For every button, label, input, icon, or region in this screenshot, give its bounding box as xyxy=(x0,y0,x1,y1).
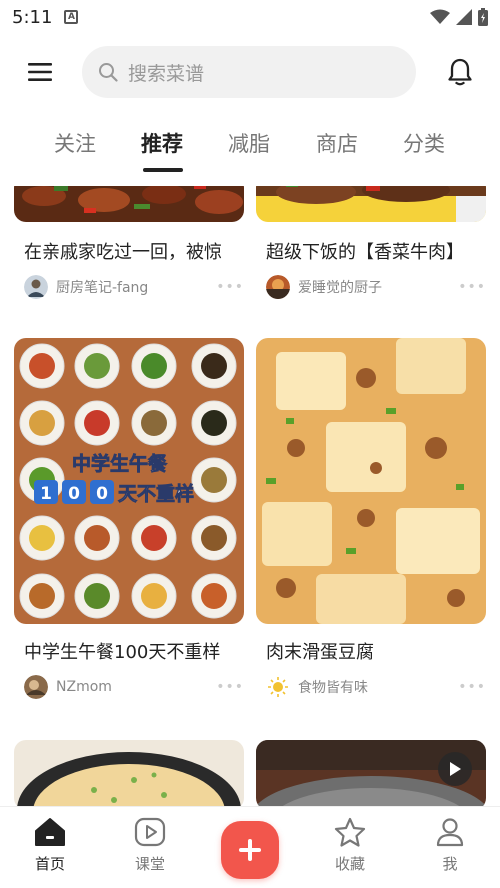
more-options-icon[interactable]: ••• xyxy=(458,279,486,295)
author-avatar xyxy=(24,675,48,699)
overlay-text-line1: 中学生午餐 xyxy=(72,452,168,475)
nav-profile-label: 我 xyxy=(442,855,458,873)
nav-favorites[interactable]: 收藏 xyxy=(310,817,390,874)
nav-home[interactable]: 首页 xyxy=(10,817,90,874)
recipe-title: 中学生午餐100天不重样 xyxy=(24,642,221,663)
recipe-card[interactable]: 肉末滑蛋豆腐 食物皆有味 ••• xyxy=(256,338,486,708)
recipe-title: 肉末滑蛋豆腐 xyxy=(266,642,374,663)
recipe-author[interactable]: 食物皆有味 ••• xyxy=(266,674,486,700)
recipe-image xyxy=(256,186,486,222)
recipe-card[interactable] xyxy=(14,740,244,806)
svg-text:0: 0 xyxy=(68,484,80,504)
recipe-title: 在亲戚家吃过一回，被惊 xyxy=(24,242,222,263)
status-time: 5:11 xyxy=(12,6,53,28)
menu-button[interactable] xyxy=(22,54,58,90)
tab-recommend[interactable]: 推荐 xyxy=(141,128,183,158)
person-icon xyxy=(436,818,464,847)
bell-icon xyxy=(448,58,472,86)
top-bar: 搜索菜谱 xyxy=(0,44,500,100)
recipe-image: 中学生午餐 1 0 0 天不重样 xyxy=(14,338,244,624)
tab-follow[interactable]: 关注 xyxy=(54,128,96,158)
more-options-icon[interactable]: ••• xyxy=(216,679,244,695)
recipe-card[interactable] xyxy=(256,740,486,806)
author-name: 食物皆有味 xyxy=(298,680,368,696)
bottom-navigation: 首页 课堂 收藏 我 xyxy=(0,806,500,888)
tab-categories[interactable]: 分类 xyxy=(403,128,445,158)
hamburger-menu-icon xyxy=(28,63,52,81)
nav-favorites-label: 收藏 xyxy=(334,855,365,873)
more-options-icon[interactable]: ••• xyxy=(216,279,244,295)
play-icon xyxy=(450,762,461,776)
recipe-card[interactable]: 在亲戚家吃过一回，被惊 厨房笔记-fang ••• xyxy=(14,186,244,316)
search-bar[interactable]: 搜索菜谱 xyxy=(82,46,416,98)
notifications-button[interactable] xyxy=(442,54,478,90)
svg-text:0: 0 xyxy=(96,484,108,504)
app-notification-icon: A xyxy=(64,10,79,24)
nav-home-label: 首页 xyxy=(34,855,65,873)
more-options-icon[interactable]: ••• xyxy=(458,679,486,695)
nav-profile[interactable]: 我 xyxy=(410,817,490,874)
recipe-image xyxy=(14,186,244,222)
svg-text:1: 1 xyxy=(40,484,52,504)
video-play-button[interactable] xyxy=(438,752,472,786)
recipe-image xyxy=(256,338,486,624)
active-tab-indicator xyxy=(143,168,183,172)
signal-icon xyxy=(456,9,472,25)
nav-classroom[interactable]: 课堂 xyxy=(110,817,190,874)
tab-store[interactable]: 商店 xyxy=(316,128,358,158)
home-icon xyxy=(35,818,65,846)
author-avatar xyxy=(24,275,48,299)
plus-icon xyxy=(239,839,261,861)
author-avatar xyxy=(266,675,290,699)
recipe-author[interactable]: 爱睡觉的厨子 ••• xyxy=(266,274,486,300)
battery-icon xyxy=(478,8,488,26)
author-name: 爱睡觉的厨子 xyxy=(298,280,382,296)
star-icon xyxy=(334,817,366,847)
tab-diet[interactable]: 减脂 xyxy=(228,128,270,158)
play-icon xyxy=(134,817,166,847)
category-tabs: 关注 推荐 减脂 商店 分类 xyxy=(0,120,500,176)
author-avatar xyxy=(266,275,290,299)
recipe-title: 超级下饭的【香菜牛肉】 xyxy=(266,242,464,263)
search-placeholder: 搜索菜谱 xyxy=(128,62,205,85)
recipe-card[interactable]: 中学生午餐 1 0 0 天不重样 中学生午餐100天不重样 NZmom ••• xyxy=(14,338,244,708)
wifi-icon xyxy=(430,9,450,24)
recipe-card[interactable]: 超级下饭的【香菜牛肉】 爱睡觉的厨子 ••• xyxy=(256,186,486,316)
add-recipe-button[interactable] xyxy=(221,821,279,879)
svg-text:天不重样: 天不重样 xyxy=(118,482,194,505)
author-name: 厨房笔记-fang xyxy=(56,280,149,296)
recipe-image xyxy=(14,740,244,806)
recipe-author[interactable]: NZmom ••• xyxy=(24,674,244,700)
author-name: NZmom xyxy=(56,679,112,695)
recipe-feed[interactable]: 在亲戚家吃过一回，被惊 厨房笔记-fang ••• 超级下饭的【香菜牛肉】 爱睡… xyxy=(0,186,500,806)
recipe-author[interactable]: 厨房笔记-fang ••• xyxy=(24,274,244,300)
status-bar: 5:11 A xyxy=(0,0,500,34)
search-icon xyxy=(99,63,118,82)
nav-classroom-label: 课堂 xyxy=(134,855,165,873)
